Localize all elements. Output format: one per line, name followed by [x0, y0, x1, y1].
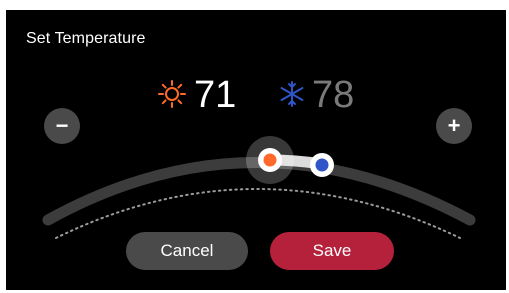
- temperature-arc-slider[interactable]: [6, 10, 506, 290]
- inner-dotted-arc: [55, 188, 461, 239]
- cancel-button[interactable]: Cancel: [126, 232, 248, 270]
- heat-thumb[interactable]: [258, 148, 282, 172]
- set-temperature-dialog: Set Temperature 71 78 − + Cancel Save: [6, 10, 506, 290]
- save-button[interactable]: Save: [270, 232, 394, 270]
- cool-thumb[interactable]: [310, 153, 334, 177]
